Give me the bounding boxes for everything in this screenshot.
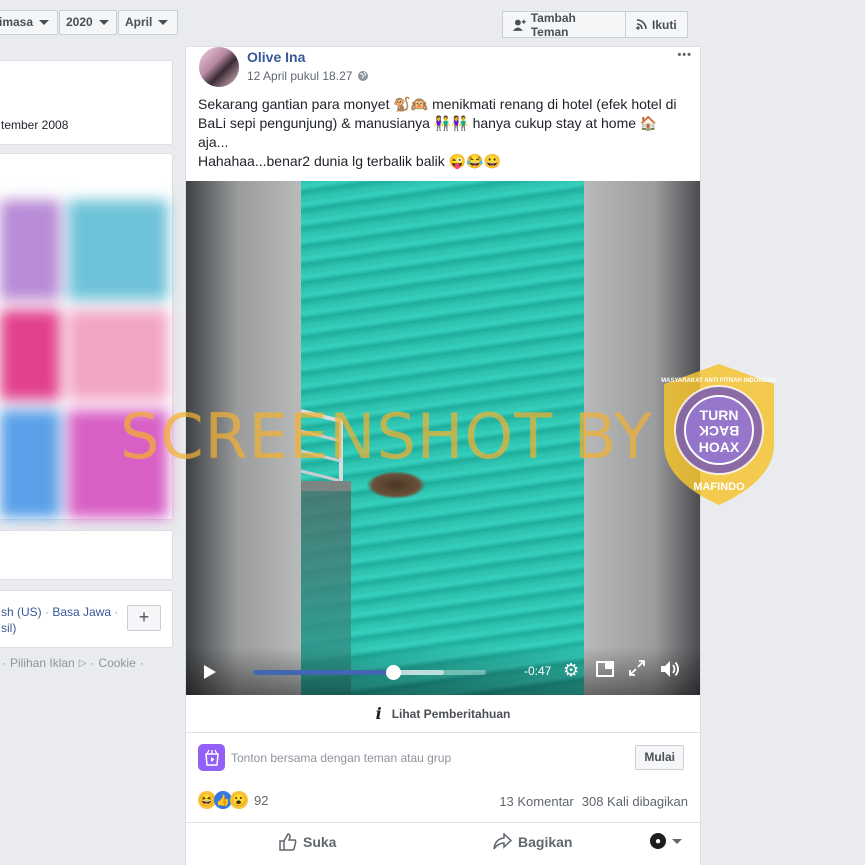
comment-count[interactable]: 13 Komentar: [499, 794, 573, 809]
watch-together-label: Tonton bersama dengan teman atau grup: [231, 750, 452, 765]
fullscreen-icon[interactable]: [629, 660, 645, 680]
see-notice[interactable]: i Lihat Pemberitahuan: [186, 695, 700, 733]
volume-icon[interactable]: [660, 660, 682, 682]
language-link[interactable]: Basa Jawa: [52, 605, 111, 619]
wow-reaction-icon: 😮: [230, 791, 248, 809]
engagement-counts: 13 Komentar 308 Kali dibagikan: [499, 794, 688, 809]
seek-handle[interactable]: [385, 665, 401, 680]
period-select[interactable]: imasa: [0, 10, 58, 35]
info-icon: i: [375, 704, 382, 723]
notice-label: Lihat Pemberitahuan: [391, 706, 511, 721]
post-text: Sekarang gantian para monyet 🐒🙉 menikmat…: [198, 95, 686, 171]
settings-icon[interactable]: ⚙: [563, 660, 579, 680]
globe-icon: [358, 71, 369, 81]
time-remaining: -0:47: [524, 664, 552, 678]
ad-choices-icon: ▷: [78, 657, 87, 669]
profile-icon: ●: [650, 833, 666, 849]
chevron-down-icon: [672, 838, 682, 844]
joined-text: tember 2008: [1, 118, 69, 132]
post-text-line: Hahahaa...benar2 dunia lg terbalik balik…: [198, 153, 501, 169]
badge-hoax: HOAX: [699, 439, 740, 455]
like-label: Suka: [303, 834, 337, 850]
cookie-link[interactable]: Cookie: [98, 656, 135, 670]
intro-card: tember 2008: [0, 60, 173, 145]
footer-links: · Pilihan Iklan ▷ · Cookie ·: [2, 656, 144, 670]
year-select-label: 2020: [66, 15, 93, 29]
post-text-line: Sekarang gantian para monyet 🐒🙉 menikmat…: [198, 96, 677, 150]
separator: ·: [114, 605, 119, 619]
follow-label: Ikuti: [652, 17, 677, 32]
video-controls: -0:47 ⚙: [186, 647, 700, 695]
more-options-button[interactable]: •••: [677, 49, 692, 61]
languages-card: sh (US) · Basa Jawa · sil) +: [0, 590, 173, 648]
action-bar: Suka Bagikan ●: [186, 822, 700, 862]
like-button[interactable]: Suka: [279, 833, 336, 851]
separator: ·: [139, 656, 144, 670]
badge-back: BACK: [699, 423, 739, 439]
badge-brand: MAFINDO: [693, 481, 745, 493]
miniplayer-icon[interactable]: [596, 660, 614, 682]
period-select-label: imasa: [0, 15, 34, 29]
post-meta: 12 April pukul 18.27: [247, 69, 369, 83]
seek-bar[interactable]: [253, 665, 486, 680]
avatar[interactable]: [199, 47, 239, 87]
separator: ·: [2, 656, 6, 670]
badge-ring-text: MASYARAKAT ANTI FITNAH INDONESIA: [661, 378, 777, 384]
progress-bar: [253, 670, 393, 675]
month-select-label: April: [125, 15, 153, 29]
chevron-down-icon: [39, 20, 50, 25]
rss-icon: [636, 19, 647, 30]
year-select[interactable]: 2020: [59, 10, 117, 35]
info-card: [0, 530, 173, 580]
add-friend-icon: [513, 19, 526, 31]
audience-selector[interactable]: ●: [650, 833, 682, 849]
swimming-monkey: [366, 471, 426, 499]
post-author[interactable]: Olive Ina: [247, 49, 305, 65]
thumbs-up-icon: [279, 833, 297, 851]
watch-together[interactable]: Tonton bersama dengan teman atau grup: [198, 744, 451, 771]
reactions-summary[interactable]: 😆 👍 😮 92: [198, 791, 268, 809]
share-label: Bagikan: [518, 833, 573, 850]
language-link[interactable]: sil): [1, 621, 16, 635]
languages-line: sh (US) · Basa Jawa ·: [1, 605, 118, 619]
share-button[interactable]: Bagikan: [493, 833, 572, 850]
ad-choices-link[interactable]: Pilihan Iklan: [10, 656, 75, 670]
badge-turn: TURN: [700, 407, 739, 423]
watch-party-icon: [198, 744, 225, 771]
start-button[interactable]: Mulai: [635, 745, 684, 770]
chevron-down-icon: [158, 20, 169, 25]
play-icon[interactable]: [204, 665, 216, 679]
separator: ·: [90, 656, 95, 670]
share-icon: [493, 833, 512, 850]
add-friend-button[interactable]: Tambah Teman: [502, 10, 626, 39]
share-count[interactable]: 308 Kali dibagikan: [582, 794, 688, 809]
follow-button[interactable]: Ikuti: [625, 11, 688, 38]
month-select[interactable]: April: [118, 10, 178, 35]
reaction-count: 92: [254, 792, 269, 808]
chevron-down-icon: [98, 20, 109, 25]
mafindo-badge: TURN BACK HOAX MASYARAKAT ANTI FITNAH IN…: [661, 364, 778, 505]
add-language-button[interactable]: +: [127, 605, 161, 631]
add-friend-label: Tambah Teman: [530, 10, 576, 39]
watermark-text: SCREENSHOT BY: [120, 400, 653, 473]
language-link[interactable]: sh (US): [1, 605, 42, 619]
separator: ·: [45, 605, 50, 619]
post-timestamp[interactable]: 12 April pukul 18.27: [247, 69, 352, 83]
